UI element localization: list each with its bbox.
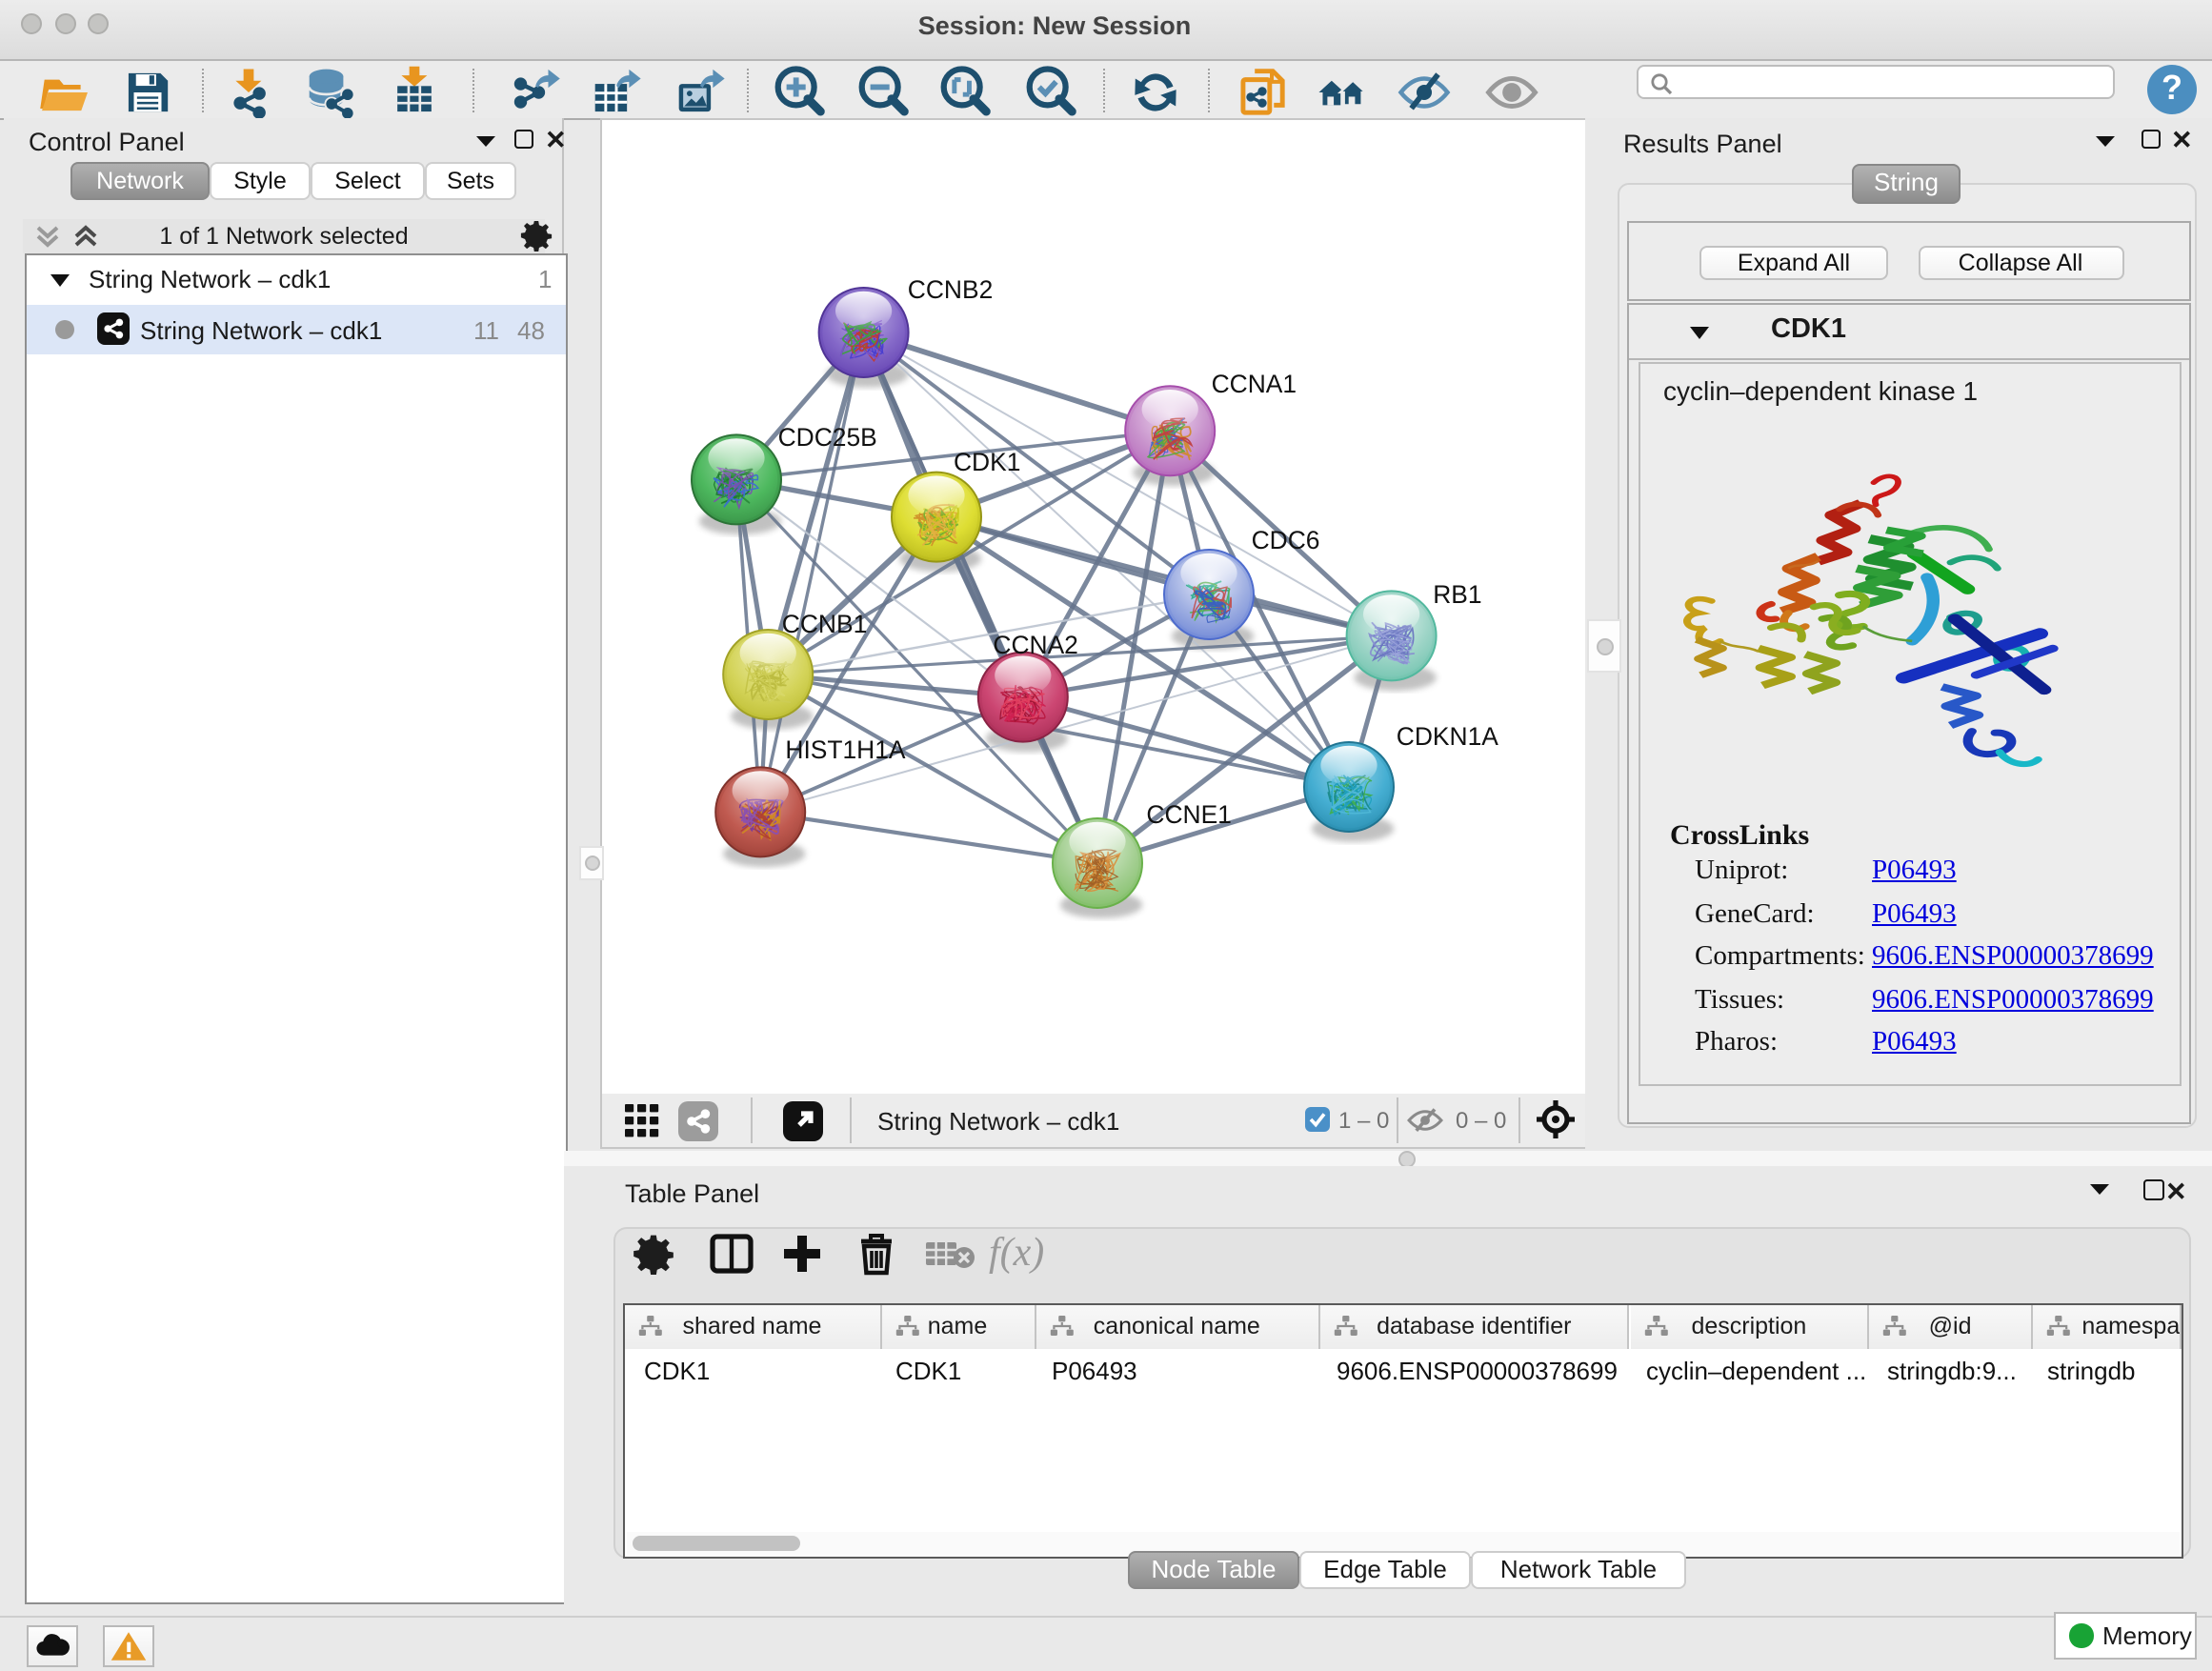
svg-text:CDC25B: CDC25B <box>777 423 876 452</box>
svg-text:CCNE1: CCNE1 <box>1145 800 1230 829</box>
svg-text:CDK1: CDK1 <box>953 448 1019 476</box>
svg-text:CCNB2: CCNB2 <box>907 275 992 304</box>
svg-text:HIST1H1A: HIST1H1A <box>784 735 905 764</box>
svg-text:RB1: RB1 <box>1432 580 1480 609</box>
svg-text:CCNB1: CCNB1 <box>781 610 866 638</box>
svg-text:CDC6: CDC6 <box>1251 526 1319 554</box>
svg-text:CDKN1A: CDKN1A <box>1396 722 1498 751</box>
svg-text:CCNA2: CCNA2 <box>992 631 1076 659</box>
svg-text:CCNA1: CCNA1 <box>1211 370 1296 398</box>
